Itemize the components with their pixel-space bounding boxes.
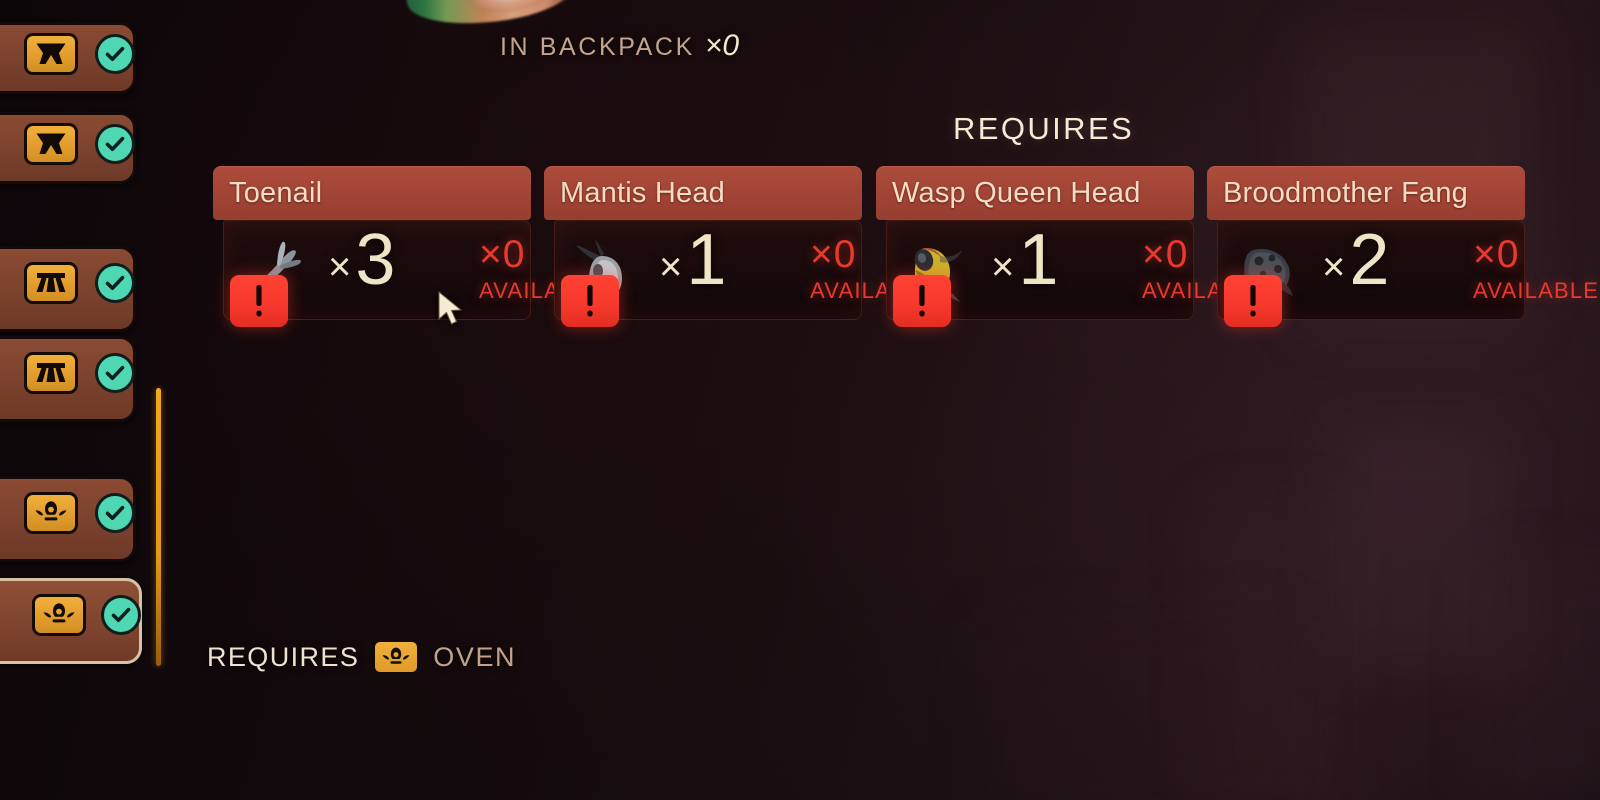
warning-exclamation-icon bbox=[893, 275, 951, 327]
required-quantity: × 2 bbox=[1322, 220, 1390, 300]
ingredient-card-title: Mantis Head bbox=[544, 166, 862, 220]
ingredient-card-body: × 2 ×0 AVAILABLE bbox=[1217, 220, 1598, 327]
ingredient-card-list: Toenail × 3 ×0 AVAILABLE Mantis Head × 1 ×0 AVAIL… bbox=[0, 0, 1600, 800]
ingredient-card[interactable]: Broodmother Fang × 2 ×0 AVAILABLE bbox=[1207, 166, 1598, 327]
required-qty-value: 3 bbox=[355, 220, 396, 300]
ingredient-card-body: × 1 ×0 AVAILABLE bbox=[886, 220, 1267, 327]
station-requirement: REQUIRES OVEN bbox=[207, 640, 516, 674]
ingredient-name: Broodmother Fang bbox=[1223, 176, 1468, 209]
station-requirement-name: OVEN bbox=[433, 641, 517, 672]
ingredient-card[interactable]: Toenail × 3 ×0 AVAILABLE bbox=[213, 166, 604, 327]
ingredient-card[interactable]: Mantis Head × 1 ×0 AVAILABLE bbox=[544, 166, 935, 327]
ingredient-card-body: × 3 ×0 AVAILABLE bbox=[223, 220, 604, 327]
required-qty-value: 1 bbox=[686, 220, 727, 300]
ingredient-card-title: Wasp Queen Head bbox=[876, 166, 1194, 220]
ingredient-card-title: Broodmother Fang bbox=[1207, 166, 1525, 220]
required-multiplier: × bbox=[328, 245, 352, 290]
crafting-recipe-screen: IN BACKPACK ×0 REQUIRES Toenail × 3 ×0 AVAIL… bbox=[0, 0, 1600, 800]
ingredient-card[interactable]: Wasp Queen Head × 1 ×0 AVAILABLE bbox=[876, 166, 1267, 327]
ingredient-name: Mantis Head bbox=[560, 176, 725, 209]
required-multiplier: × bbox=[1322, 245, 1346, 290]
required-multiplier: × bbox=[659, 245, 683, 290]
available-label: AVAILABLE bbox=[1473, 278, 1600, 303]
available-readout: ×0 AVAILABLE bbox=[1473, 235, 1599, 307]
ingredient-name: Wasp Queen Head bbox=[892, 176, 1141, 209]
required-quantity: × 1 bbox=[991, 220, 1059, 300]
oven-workstation-icon bbox=[373, 640, 420, 674]
required-qty-value: 1 bbox=[1018, 220, 1059, 300]
available-count: ×0 bbox=[1473, 233, 1520, 276]
required-multiplier: × bbox=[991, 245, 1015, 290]
station-requirement-label: REQUIRES bbox=[207, 641, 360, 672]
warning-exclamation-icon bbox=[230, 275, 288, 327]
warning-exclamation-icon bbox=[561, 275, 619, 327]
required-quantity: × 1 bbox=[659, 220, 727, 300]
ingredient-name: Toenail bbox=[229, 176, 323, 209]
required-qty-value: 2 bbox=[1349, 220, 1390, 300]
ingredient-card-body: × 1 ×0 AVAILABLE bbox=[554, 220, 935, 327]
warning-exclamation-icon bbox=[1224, 275, 1282, 327]
required-quantity: × 3 bbox=[328, 220, 396, 300]
ingredient-card-title: Toenail bbox=[213, 166, 531, 220]
